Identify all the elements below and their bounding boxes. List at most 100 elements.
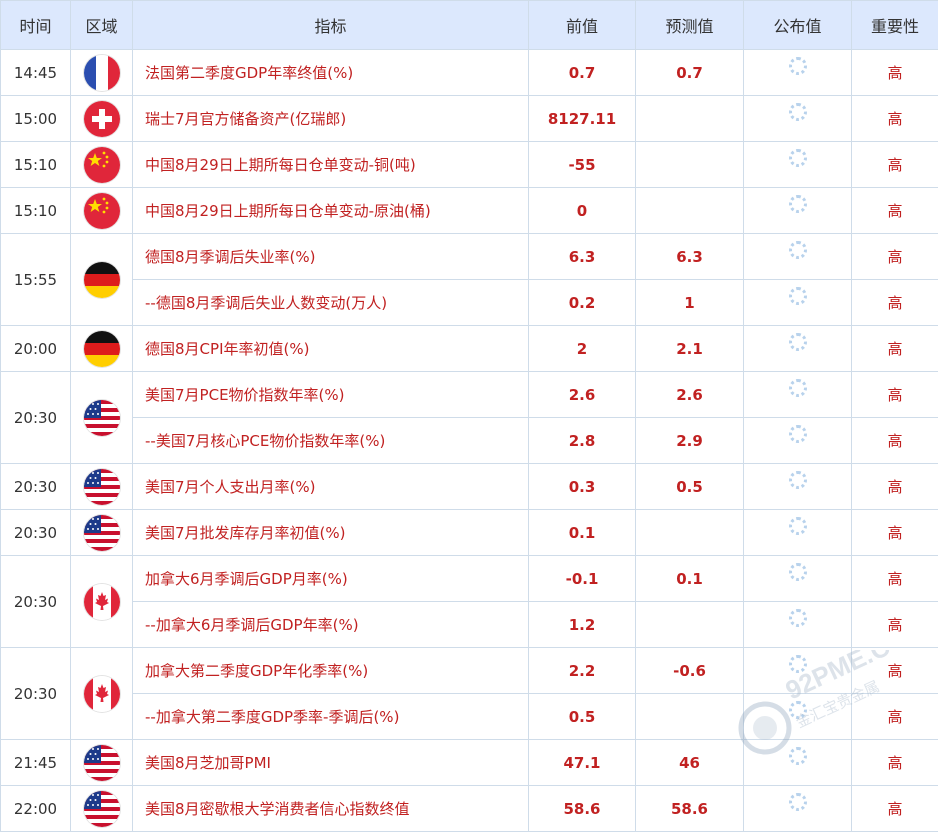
loading-spinner-icon: [788, 103, 807, 121]
importance-value: 高: [851, 95, 938, 142]
previous-value: 2.2: [528, 647, 636, 694]
switzerland-flag-icon: [83, 100, 120, 137]
previous-value: 2.6: [528, 371, 636, 418]
table-row: 20:30 加拿大第二季度GDP年化季率(%) 2.2 -0.6 高: [0, 647, 938, 740]
previous-value: -55: [528, 141, 636, 188]
actual-value: [743, 325, 852, 372]
actual-value: [743, 693, 852, 740]
previous-value: 6.3: [528, 233, 636, 280]
region-cell: [70, 647, 133, 740]
table-row: --加拿大6月季调后GDP年率(%) 1.2 高: [1, 601, 938, 648]
importance-value: 高: [851, 233, 938, 280]
forecast-value: [635, 95, 744, 142]
china-flag-icon: [83, 146, 120, 183]
time-cell: 21:45: [0, 739, 71, 786]
table-row: --德国8月季调后失业人数变动(万人) 0.2 1 高: [1, 279, 938, 326]
indicator-link[interactable]: 美国8月密歇根大学消费者信心指数终值: [132, 785, 529, 832]
loading-spinner-icon: [788, 333, 807, 351]
forecast-value: [635, 141, 744, 188]
header-region: 区域: [70, 0, 133, 50]
importance-value: 高: [851, 325, 938, 372]
forecast-value: 0.7: [635, 49, 744, 96]
region-cell: [70, 555, 133, 648]
loading-spinner-icon: [788, 149, 807, 167]
indicator-link[interactable]: 美国7月PCE物价指数年率(%): [132, 371, 529, 418]
time-cell: 20:30: [0, 463, 71, 510]
time-cell: 14:45: [0, 49, 71, 96]
forecast-value: [635, 693, 744, 740]
header-actual: 公布值: [743, 0, 852, 50]
actual-value: [743, 463, 852, 510]
importance-value: 高: [851, 785, 938, 832]
forecast-value: [635, 601, 744, 648]
forecast-value: 6.3: [635, 233, 744, 280]
usa-flag-icon: [83, 399, 120, 436]
previous-value: 8127.11: [528, 95, 636, 142]
importance-value: 高: [851, 555, 938, 602]
loading-spinner-icon: [788, 701, 807, 719]
importance-value: 高: [851, 509, 938, 556]
loading-spinner-icon: [788, 241, 807, 259]
forecast-value: -0.6: [635, 647, 744, 694]
indicator-link[interactable]: 加拿大6月季调后GDP月率(%): [132, 555, 529, 602]
forecast-value: 2.9: [635, 417, 744, 464]
time-cell: 20:30: [0, 509, 71, 556]
usa-flag-icon: [83, 744, 120, 781]
table-row: 20:00 德国8月CPI年率初值(%) 2 2.1 高: [0, 325, 938, 372]
region-cell: [70, 463, 133, 510]
header-previous: 前值: [528, 0, 636, 50]
previous-value: 0.3: [528, 463, 636, 510]
time-cell: 20:30: [0, 647, 71, 740]
indicator-link[interactable]: 瑞士7月官方储备资产(亿瑞郎): [132, 95, 529, 142]
indicator-link[interactable]: --美国7月核心PCE物价指数年率(%): [132, 417, 529, 464]
region-cell: [70, 509, 133, 556]
region-cell: [70, 49, 133, 96]
region-cell: [70, 95, 133, 142]
importance-value: 高: [851, 371, 938, 418]
indicator-link[interactable]: 德国8月季调后失业率(%): [132, 233, 529, 280]
region-cell: [70, 325, 133, 372]
usa-flag-icon: [83, 468, 120, 505]
loading-spinner-icon: [788, 379, 807, 397]
header-forecast: 预测值: [635, 0, 744, 50]
forecast-value: [635, 187, 744, 234]
indicator-link[interactable]: --加拿大第二季度GDP季率-季调后(%): [132, 693, 529, 740]
time-cell: 15:10: [0, 187, 71, 234]
table-header-row: 时间 区域 指标 前值 预测值 公布值 重要性: [0, 0, 938, 50]
actual-value: [743, 739, 852, 786]
actual-value: [743, 279, 852, 326]
table-row: 20:30 美国7月个人支出月率(%) 0.3 0.5 高: [0, 463, 938, 510]
indicator-link[interactable]: 中国8月29日上期所每日仓单变动-铜(吨): [132, 141, 529, 188]
indicator-link[interactable]: --加拿大6月季调后GDP年率(%): [132, 601, 529, 648]
previous-value: 2.8: [528, 417, 636, 464]
loading-spinner-icon: [788, 517, 807, 535]
usa-flag-icon: [83, 514, 120, 551]
region-cell: [70, 141, 133, 188]
header-indicator: 指标: [132, 0, 529, 50]
indicator-link[interactable]: 加拿大第二季度GDP年化季率(%): [132, 647, 529, 694]
indicator-link[interactable]: 美国7月个人支出月率(%): [132, 463, 529, 510]
region-cell: [70, 187, 133, 234]
indicator-link[interactable]: 法国第二季度GDP年率终值(%): [132, 49, 529, 96]
table-row: 21:45 美国8月芝加哥PMI 47.1 46 高: [0, 739, 938, 786]
previous-value: 0.5: [528, 693, 636, 740]
previous-value: 2: [528, 325, 636, 372]
loading-spinner-icon: [788, 287, 807, 305]
importance-value: 高: [851, 463, 938, 510]
actual-value: [743, 785, 852, 832]
forecast-value: [635, 509, 744, 556]
usa-flag-icon: [83, 790, 120, 827]
indicator-link[interactable]: 美国7月批发库存月率初值(%): [132, 509, 529, 556]
indicator-link[interactable]: 美国8月芝加哥PMI: [132, 739, 529, 786]
indicator-link[interactable]: 德国8月CPI年率初值(%): [132, 325, 529, 372]
actual-value: [743, 141, 852, 188]
table-row: 20:30 美国7月PCE物价指数年率(%) 2.6 2.6 高: [0, 371, 938, 464]
forecast-value: 0.5: [635, 463, 744, 510]
indicator-link[interactable]: --德国8月季调后失业人数变动(万人): [132, 279, 529, 326]
importance-value: 高: [851, 49, 938, 96]
canada-flag-icon: [83, 583, 120, 620]
time-cell: 15:55: [0, 233, 71, 326]
indicator-link[interactable]: 中国8月29日上期所每日仓单变动-原油(桶): [132, 187, 529, 234]
france-flag-icon: [83, 54, 120, 91]
importance-value: 高: [851, 693, 938, 740]
